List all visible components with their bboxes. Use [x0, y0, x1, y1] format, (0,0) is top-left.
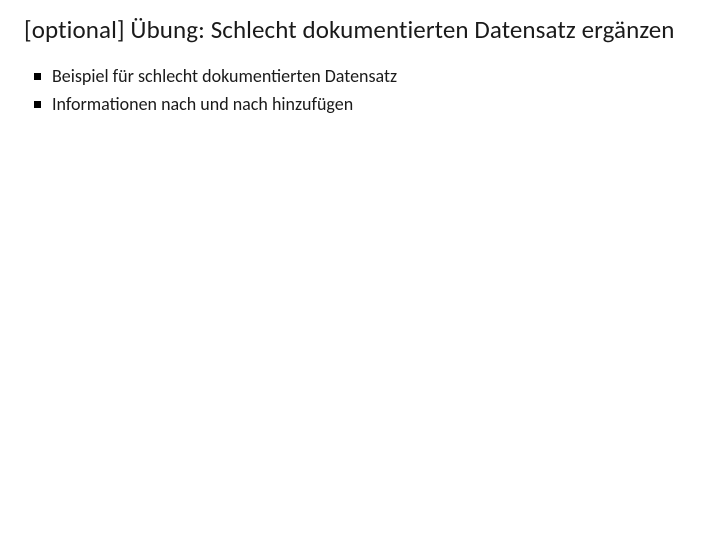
slide: [optional] Übung: Schlecht dokumentierte…	[0, 0, 720, 540]
list-item: Beispiel für schlecht dokumentierten Dat…	[34, 63, 696, 89]
list-item: Informationen nach und nach hinzufügen	[34, 91, 696, 117]
slide-title: [optional] Übung: Schlecht dokumentierte…	[24, 14, 696, 45]
bullet-list: Beispiel für schlecht dokumentierten Dat…	[34, 63, 696, 117]
slide-body: Beispiel für schlecht dokumentierten Dat…	[24, 63, 696, 117]
